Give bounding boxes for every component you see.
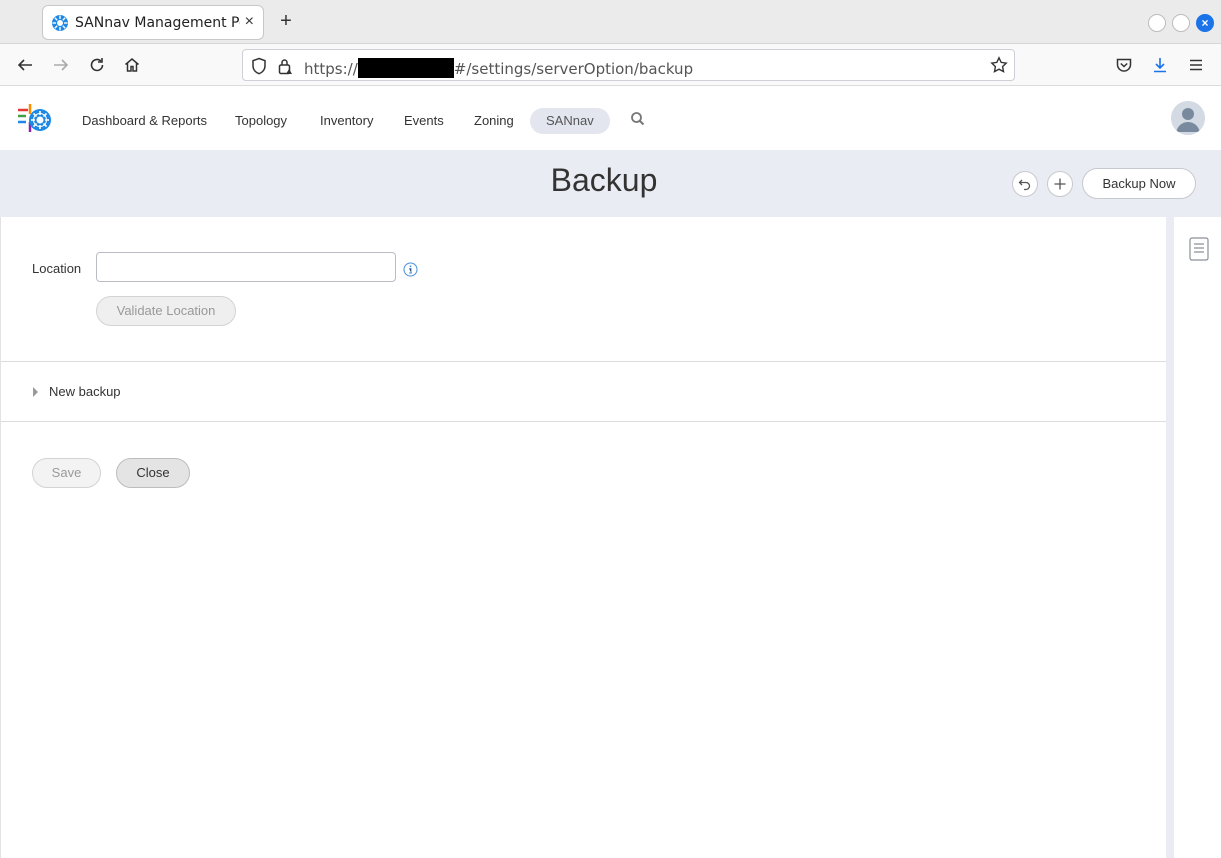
menu-inventory[interactable]: Inventory [320, 108, 373, 134]
menu-events[interactable]: Events [404, 108, 444, 134]
document-icon[interactable] [1189, 237, 1209, 261]
panel-splitter[interactable] [1166, 217, 1174, 858]
search-icon[interactable] [629, 110, 647, 128]
backup-form: Location Validate Location New backup Sa… [0, 217, 1167, 858]
lock-icon[interactable] [277, 57, 293, 80]
download-icon[interactable] [1149, 54, 1171, 76]
section-divider-bottom [1, 421, 1167, 422]
caret-right-icon [33, 387, 38, 397]
browser-tab-bar: SANnav Management Portal × + × [0, 0, 1221, 44]
reload-icon[interactable] [86, 54, 108, 76]
user-avatar-icon[interactable] [1171, 101, 1205, 135]
window-minimize-button[interactable] [1148, 14, 1166, 32]
tab-title: SANnav Management Portal [75, 14, 240, 31]
close-button[interactable]: Close [116, 458, 190, 488]
app-header: Dashboard & Reports Topology Inventory E… [0, 86, 1221, 150]
location-input[interactable] [96, 252, 396, 282]
url-path: #/settings/serverOption/backup [453, 60, 694, 78]
browser-tab[interactable]: SANnav Management Portal × [42, 5, 264, 40]
tab-close-button[interactable]: × [245, 13, 254, 31]
sannav-logo-icon[interactable] [16, 100, 54, 136]
sannav-favicon-icon [51, 14, 69, 32]
validate-location-button[interactable]: Validate Location [96, 296, 236, 326]
menu-topology[interactable]: Topology [235, 108, 287, 134]
shield-icon[interactable] [251, 57, 267, 80]
menu-dashboard-reports[interactable]: Dashboard & Reports [82, 108, 207, 134]
back-arrow-icon[interactable] [14, 54, 36, 76]
backup-now-button[interactable]: Backup Now [1082, 168, 1196, 199]
star-icon[interactable] [990, 56, 1008, 79]
new-backup-label: New backup [49, 384, 121, 399]
forward-arrow-icon[interactable] [50, 54, 72, 76]
info-icon[interactable] [403, 262, 418, 277]
location-label: Location [32, 261, 82, 276]
save-button[interactable]: Save [32, 458, 101, 488]
new-backup-section-toggle[interactable]: New backup [1, 362, 1167, 422]
menu-zoning[interactable]: Zoning [474, 108, 514, 134]
page-title-band: Backup Backup Now [0, 150, 1221, 217]
url-bar[interactable]: https:// #/settings/serverOption/backup [242, 49, 1015, 81]
browser-nav-bar: https:// #/settings/serverOption/backup [0, 44, 1221, 86]
window-maximize-button[interactable] [1172, 14, 1190, 32]
url-text: https:// #/settings/serverOption/backup [304, 58, 693, 78]
pocket-icon[interactable] [1113, 54, 1135, 76]
menu-sannav[interactable]: SANnav [530, 108, 610, 134]
right-side-panel [1174, 217, 1221, 858]
plus-icon[interactable] [1047, 171, 1073, 197]
new-tab-button[interactable]: + [276, 11, 296, 31]
url-redacted-host [357, 58, 454, 78]
menu-icon[interactable] [1185, 54, 1207, 76]
undo-icon[interactable] [1012, 171, 1038, 197]
url-prefix: https:// [304, 60, 358, 78]
home-icon[interactable] [121, 54, 143, 76]
window-close-button[interactable]: × [1196, 14, 1214, 32]
